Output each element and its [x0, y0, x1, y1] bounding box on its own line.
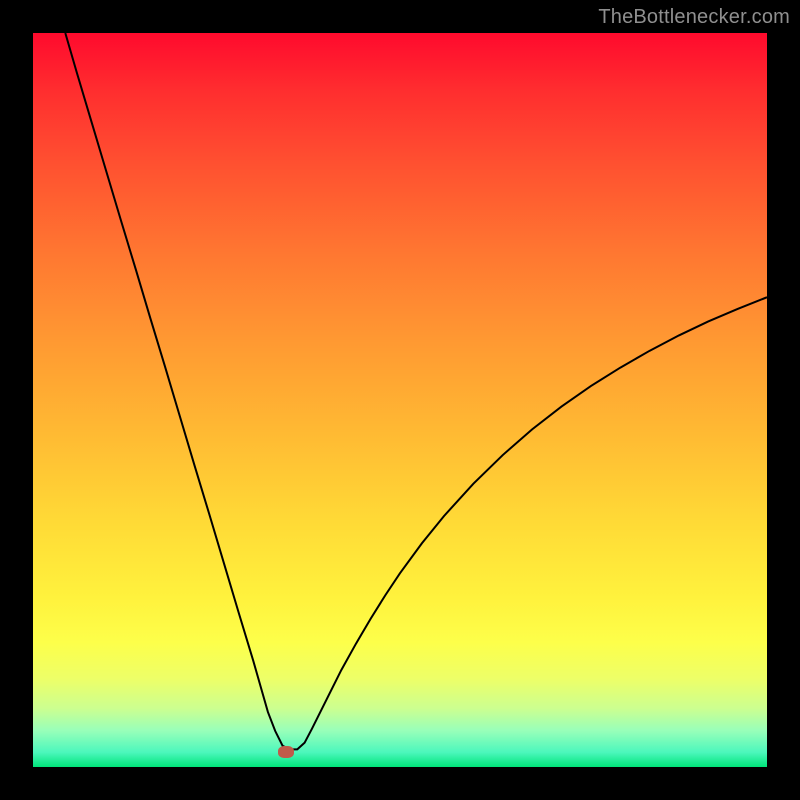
curve-layer — [33, 33, 767, 767]
plot-area — [33, 33, 767, 767]
optimal-point-marker — [278, 746, 294, 758]
chart-frame: TheBottlenecker.com — [0, 0, 800, 800]
watermark-text: TheBottlenecker.com — [598, 6, 790, 29]
bottleneck-curve — [65, 33, 767, 749]
